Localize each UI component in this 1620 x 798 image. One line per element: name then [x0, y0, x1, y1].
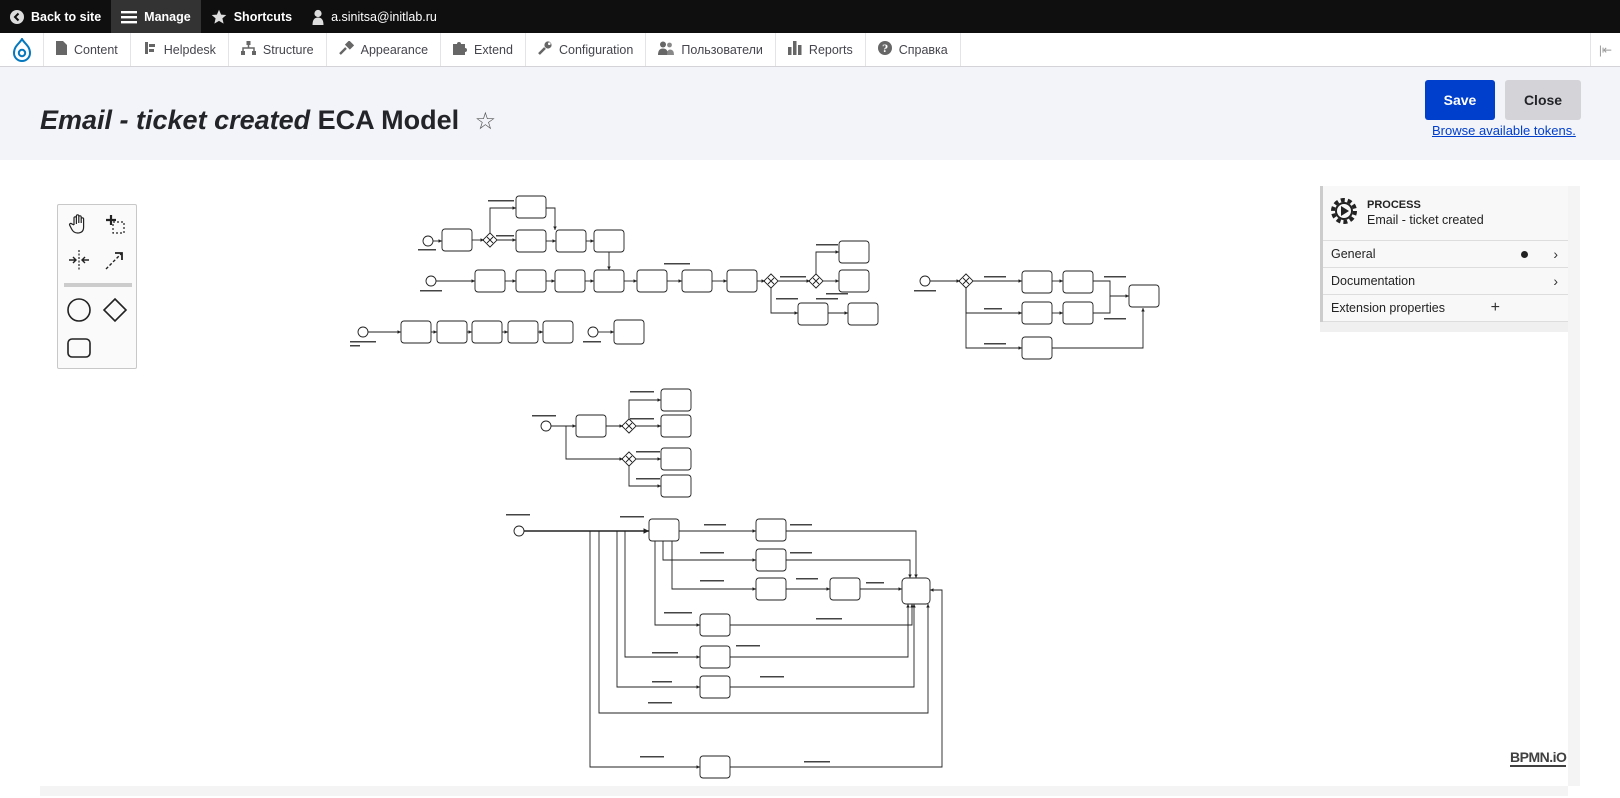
start-event-icon[interactable] [64, 295, 94, 325]
bpmn-palette [57, 204, 137, 369]
bpmn-diagram[interactable] [0, 0, 1620, 798]
properties-panel: PROCESS Email - ticket created General ›… [1320, 186, 1568, 326]
lasso-tool-icon[interactable] [100, 209, 130, 239]
process-gear-icon [1329, 196, 1359, 231]
group-extension-properties[interactable]: Extension properties + [1323, 295, 1568, 322]
task-icon[interactable] [64, 333, 94, 363]
bpmn-io-logo[interactable]: BPMN.iO [1510, 750, 1567, 767]
horizontal-scrollbar[interactable] [40, 786, 1568, 796]
group-general[interactable]: General › [1323, 241, 1568, 268]
data-dot-icon [1521, 251, 1528, 258]
palette-separator [64, 283, 132, 287]
properties-name: Email - ticket created [1367, 213, 1484, 227]
group-documentation[interactable]: Documentation › [1323, 268, 1568, 295]
group-label: General [1331, 247, 1376, 261]
gateway-icon[interactable] [100, 295, 130, 325]
properties-type: PROCESS [1367, 199, 1421, 211]
chevron-right-icon: › [1553, 273, 1558, 289]
group-label: Documentation [1331, 274, 1416, 288]
hand-tool-icon[interactable] [64, 209, 94, 239]
group-label: Extension properties [1331, 301, 1445, 315]
connect-tool-icon[interactable] [100, 245, 130, 275]
add-icon[interactable]: + [1491, 299, 1500, 317]
space-tool-icon[interactable] [64, 245, 94, 275]
chevron-right-icon: › [1553, 246, 1558, 262]
properties-horizontal-scrollbar[interactable] [1320, 322, 1568, 332]
properties-header: PROCESS Email - ticket created [1323, 186, 1568, 241]
vertical-scrollbar[interactable] [1568, 186, 1580, 786]
